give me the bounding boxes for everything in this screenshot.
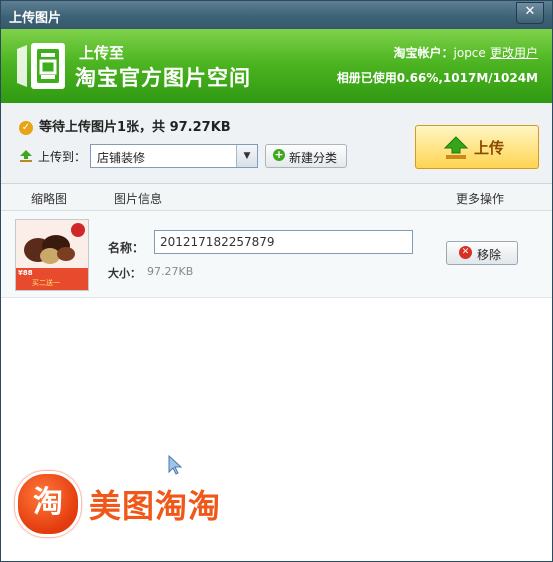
category-select[interactable]: 店铺装修 ▼ (90, 144, 258, 168)
account-info: 淘宝帐户：jopce 更改用户 (394, 44, 539, 61)
upload-arrow-icon (20, 150, 32, 162)
upload-button-label: 上传 (474, 139, 505, 157)
logo-icon (17, 43, 65, 89)
upload-to-label: 上传到： (38, 150, 87, 164)
image-thumbnail[interactable]: ¥88 买二送一 (15, 219, 89, 291)
watermark-text: 美图淘淘 (89, 487, 222, 525)
brand-title: 淘宝官方图片空间 (75, 66, 251, 90)
remove-button[interactable]: ✕ 移除 (446, 241, 518, 265)
category-selected-value: 店铺装修 (97, 151, 146, 165)
upload-dialog: 上传图片 ✕ 上传至 淘宝官方图片空间 淘宝帐户：jopce 更改用户 相册已使… (0, 0, 553, 562)
watermark-logo: 淘 美图淘淘 (15, 471, 285, 537)
space-value: 0.66%,1017M/1024M (396, 71, 538, 85)
upload-to-row: 上传到： (19, 148, 86, 165)
column-thumbnail: 缩略图 (31, 192, 68, 206)
upload-arrow-icon (444, 136, 468, 159)
remove-icon: ✕ (459, 246, 472, 259)
check-icon: ✓ (19, 121, 33, 135)
thumbnail-badge: 买二送一 (32, 279, 60, 287)
switch-user-link[interactable]: 更改用户 (490, 46, 538, 60)
new-category-button[interactable]: + 新建分类 (265, 144, 347, 168)
space-label: 相册已使用 (336, 71, 397, 85)
watermark-icon: 淘 (15, 471, 81, 537)
account-user: jopce (453, 46, 486, 60)
remove-label: 移除 (477, 248, 502, 262)
image-name-input[interactable] (154, 230, 413, 254)
account-label: 淘宝帐户： (393, 46, 454, 60)
status-text: 等待上传图片1张，共 97.27KB (39, 120, 231, 135)
column-info: 图片信息 (114, 192, 163, 206)
close-button[interactable]: ✕ (516, 2, 544, 24)
table-header: 缩略图 图片信息 更多操作 (1, 184, 552, 211)
column-actions: 更多操作 (456, 192, 505, 206)
upload-status: ✓ 等待上传图片1张，共 97.27KB (19, 116, 231, 135)
table-row: ¥88 买二送一 名称： 大小： 97.27KB ✕ 移除 (1, 211, 552, 298)
new-category-label: 新建分类 (289, 151, 338, 165)
close-icon: ✕ (524, 4, 536, 19)
name-label: 名称： (108, 241, 145, 255)
title-bar[interactable]: 上传图片 ✕ (1, 1, 552, 29)
thumbnail-price: ¥88 (18, 269, 33, 277)
size-label: 大小： (108, 267, 141, 280)
upload-button[interactable]: 上传 (415, 125, 539, 169)
header-banner: 上传至 淘宝官方图片空间 淘宝帐户：jopce 更改用户 相册已使用0.66%,… (1, 29, 552, 103)
space-usage: 相册已使用0.66%,1017M/1024M (337, 69, 538, 86)
window-title: 上传图片 (9, 11, 62, 26)
size-value: 97.27KB (147, 265, 194, 278)
dropdown-arrow-icon[interactable]: ▼ (236, 145, 257, 167)
plus-icon: + (273, 148, 285, 161)
brand-upload-to: 上传至 (79, 44, 125, 62)
upload-info-bar: ✓ 等待上传图片1张，共 97.27KB 上传到： 店铺装修 ▼ + 新建分类 上… (1, 103, 552, 184)
